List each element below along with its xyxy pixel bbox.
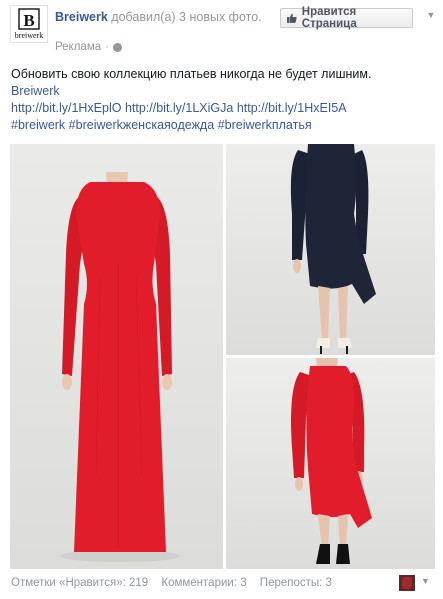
post-action-text: добавил(а) 3 новых фото.: [111, 10, 262, 24]
logo-letter: B: [23, 11, 34, 30]
hashtag-breiwerk[interactable]: #breiwerk: [11, 118, 65, 132]
chevron-down-icon[interactable]: ▼: [421, 576, 430, 586]
breiwerk-logo: B breiwerk: [11, 6, 47, 42]
short-link-3[interactable]: http://bit.ly/1HxEI5A: [237, 101, 347, 115]
post-meta: Реклама ·: [55, 41, 122, 53]
navy-dress-image: [290, 144, 376, 354]
separator-dot: ·: [105, 41, 109, 53]
photo-navy-dress[interactable]: [226, 144, 435, 355]
post-header: Breiwerk добавил(а) 3 новых фото.: [55, 9, 270, 26]
photo-red-maxi-dress[interactable]: [10, 144, 223, 569]
photo-red-midi-dress[interactable]: [226, 358, 435, 569]
page-name-link[interactable]: Breiwerk: [55, 10, 108, 24]
comments-count[interactable]: Комментарии: 3: [161, 577, 246, 589]
red-midi-dress-image: [291, 358, 372, 564]
short-link-2[interactable]: http://bit.ly/1LXiGJa: [125, 101, 233, 115]
viewer-avatar[interactable]: [399, 575, 415, 591]
short-link-1[interactable]: http://bit.ly/1HxEplO: [11, 101, 121, 115]
hashtag-dresses[interactable]: #breiwerkплатья: [218, 118, 312, 132]
like-page-button[interactable]: Нравится Страница: [280, 6, 413, 30]
chevron-down-icon[interactable]: ▼: [424, 8, 438, 22]
post-body: Обновить свою коллекцию платьев никогда …: [11, 66, 436, 134]
hashtag-row: #breiwerk #breiwerkженскаяодежда #breiwe…: [11, 117, 436, 134]
shares-count[interactable]: Перепосты: 3: [260, 577, 332, 589]
post-text: Обновить свою коллекцию платьев никогда …: [11, 67, 372, 81]
thumbs-up-icon: [287, 13, 297, 23]
red-maxi-dress-image: [60, 172, 180, 562]
likes-count[interactable]: Отметки «Нравится»: 219: [11, 577, 148, 589]
link-row: http://bit.ly/1HxEplO http://bit.ly/1LXi…: [11, 100, 436, 117]
sponsored-post: B breiwerk Breiwerk добавил(а) 3 новых ф…: [0, 0, 443, 599]
logo-wordmark: breiwerk: [15, 31, 43, 40]
sponsored-label[interactable]: Реклама: [55, 41, 101, 53]
globe-icon: [112, 42, 122, 52]
brand-link[interactable]: Breiwerk: [11, 83, 436, 100]
like-page-label: Нравится Страница: [301, 6, 357, 30]
post-stats: Отметки «Нравится»: 219 Комментарии: 3 П…: [11, 577, 342, 589]
page-avatar[interactable]: B breiwerk: [10, 5, 48, 43]
hashtag-womens-clothing[interactable]: #breiwerkженскаяодежда: [69, 118, 215, 132]
